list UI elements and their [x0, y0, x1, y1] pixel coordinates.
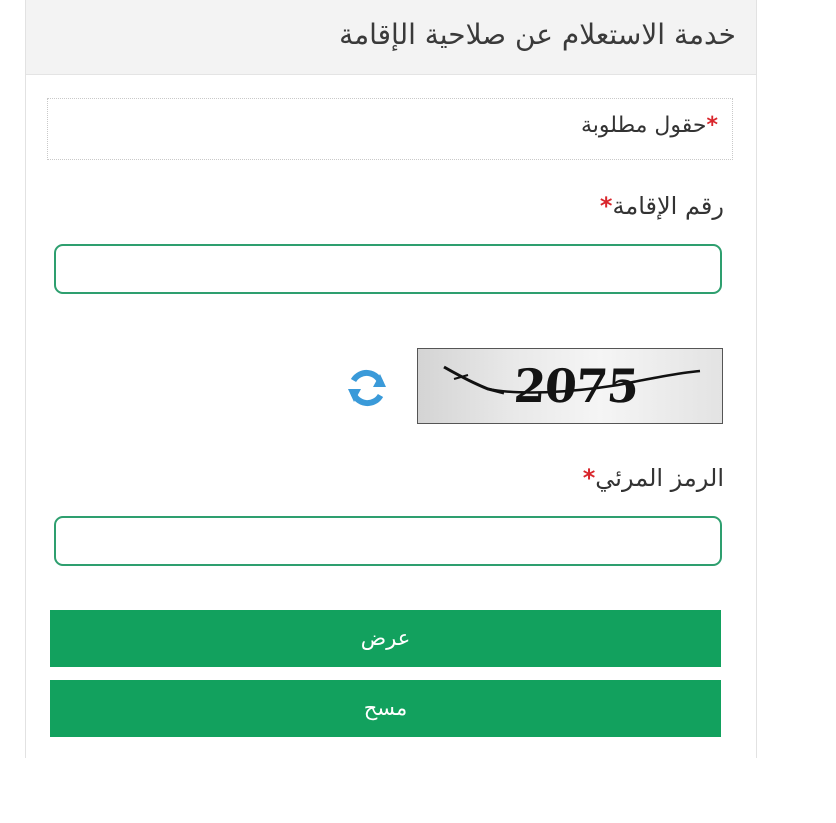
required-fields-label: حقول مطلوبة	[581, 113, 707, 138]
required-fields-notice: *حقول مطلوبة	[47, 98, 733, 160]
captcha-label: الرمز المرئي*	[583, 464, 724, 492]
refresh-icon[interactable]	[342, 363, 392, 413]
required-star: *	[582, 464, 596, 492]
required-star: *	[706, 113, 718, 138]
residence-inquiry-card: خدمة الاستعلام عن صلاحية الإقامة *حقول م…	[25, 0, 757, 758]
card-header: خدمة الاستعلام عن صلاحية الإقامة	[26, 0, 756, 75]
captcha-text: 2075	[512, 359, 640, 413]
captcha-label-text: الرمز المرئي	[595, 464, 724, 492]
submit-button[interactable]: عرض	[50, 610, 721, 667]
page-title: خدمة الاستعلام عن صلاحية الإقامة	[339, 18, 736, 51]
clear-button[interactable]: مسح	[50, 680, 721, 737]
residence-number-label-text: رقم الإقامة	[612, 192, 724, 220]
captcha-input[interactable]	[54, 516, 722, 566]
residence-number-label: رقم الإقامة*	[600, 192, 724, 220]
residence-number-input[interactable]	[54, 244, 722, 294]
captcha-image: 2075	[417, 348, 723, 424]
required-star: *	[599, 192, 613, 220]
